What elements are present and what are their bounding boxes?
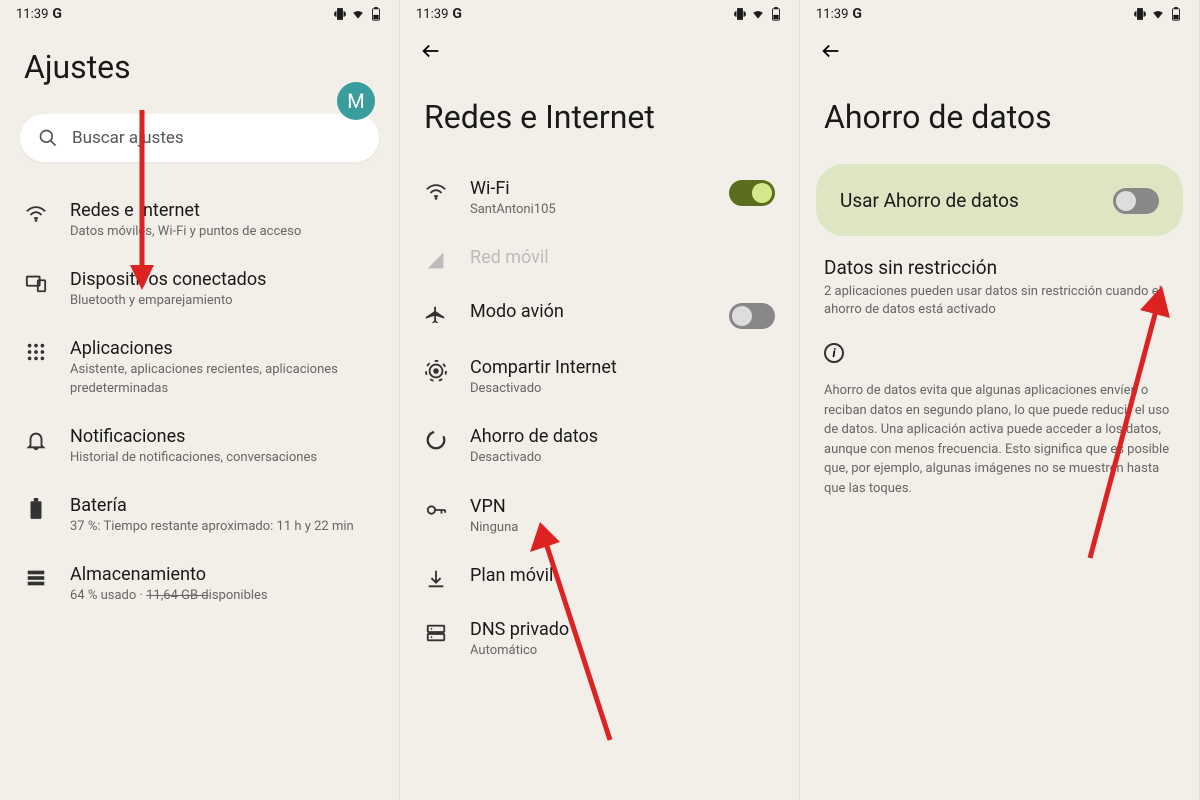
datasaver-main-toggle-row[interactable]: Usar Ahorro de datos [816, 164, 1183, 236]
screen-settings: 11:39 G M Ajustes Buscar ajustes Redes e… [0, 0, 400, 800]
item-sub: Desactivado [470, 449, 775, 467]
settings-item-notifications[interactable]: Notificaciones Historial de notificacion… [0, 412, 399, 481]
avatar[interactable]: M [337, 82, 375, 120]
battery-icon [24, 497, 48, 521]
screen-network: 11:39 G Redes e Internet Wi-Fi SantAnton… [400, 0, 800, 800]
download-icon [424, 567, 448, 591]
wifi-icon [1151, 7, 1165, 21]
battery-icon [369, 7, 383, 21]
screen-datasaver: 11:39 G Ahorro de datos Usar Ahorro de d… [800, 0, 1200, 800]
item-sub: Historial de notificaciones, conversacio… [70, 449, 375, 467]
item-title: Wi-Fi [470, 178, 707, 199]
settings-item-devices[interactable]: Dispositivos conectados Bluetooth y empa… [0, 255, 399, 324]
back-arrow-icon [420, 40, 442, 62]
network-item-wifi[interactable]: Wi-Fi SantAntoni105 [400, 164, 799, 233]
storage-icon [24, 566, 48, 590]
settings-item-battery[interactable]: Batería 37 %: Tiempo restante aproximado… [0, 481, 399, 550]
item-title: Almacenamiento [70, 564, 375, 585]
item-title: Notificaciones [70, 426, 375, 447]
vibrate-icon [333, 7, 347, 21]
network-item-plan[interactable]: Plan móvil [400, 551, 799, 605]
battery-icon [1169, 7, 1183, 21]
status-time: 11:39 [16, 7, 48, 22]
google-logo-icon: G [852, 6, 862, 22]
section-title: Datos sin restricción [800, 256, 1199, 283]
vibrate-icon [1133, 7, 1147, 21]
network-item-hotspot[interactable]: Compartir Internet Desactivado [400, 343, 799, 412]
page-title: Ahorro de datos [800, 78, 1199, 164]
search-settings-bar[interactable]: Buscar ajustes [20, 114, 379, 162]
wifi-icon [351, 7, 365, 21]
wifi-icon [751, 7, 765, 21]
status-bar: 11:39 G [800, 0, 1199, 28]
hotspot-icon [424, 359, 448, 383]
info-icon: i [824, 343, 844, 363]
section-sub: 2 aplicaciones pueden usar datos sin res… [800, 283, 1199, 337]
back-arrow-icon [820, 40, 842, 62]
item-title: Redes e Internet [70, 200, 375, 221]
page-title: Redes e Internet [400, 78, 799, 164]
item-sub: SantAntoni105 [470, 201, 707, 219]
google-logo-icon: G [452, 6, 462, 22]
wifi-toggle[interactable] [729, 180, 775, 206]
wifi-icon [424, 180, 448, 204]
wifi-icon [24, 202, 48, 226]
unrestricted-data-section[interactable]: Datos sin restricción 2 aplicaciones pue… [800, 256, 1199, 337]
item-title: Batería [70, 495, 375, 516]
item-title: Red móvil [470, 247, 775, 268]
status-bar: 11:39 G [0, 0, 399, 28]
google-logo-icon: G [52, 6, 62, 22]
network-item-datasaver[interactable]: Ahorro de datos Desactivado [400, 412, 799, 481]
vpn-key-icon [424, 498, 448, 522]
bell-icon [24, 428, 48, 452]
back-button[interactable] [400, 28, 462, 74]
item-title: Plan móvil [470, 565, 775, 586]
item-title: DNS privado [470, 619, 775, 640]
datasaver-description: Ahorro de datos evita que algunas aplica… [800, 381, 1199, 498]
status-time: 11:39 [816, 7, 848, 22]
signal-icon [424, 249, 448, 273]
toggle-label: Usar Ahorro de datos [840, 189, 1019, 212]
settings-item-network[interactable]: Redes e Internet Datos móviles, Wi-Fi y … [0, 186, 399, 255]
network-item-dns[interactable]: DNS privado Automático [400, 605, 799, 674]
item-sub: 64 % usado · 11,64 GB disponibles [70, 587, 375, 605]
network-item-vpn[interactable]: VPN Ninguna [400, 482, 799, 551]
vibrate-icon [733, 7, 747, 21]
dns-icon [424, 621, 448, 645]
item-title: Ahorro de datos [470, 426, 775, 447]
search-placeholder: Buscar ajustes [72, 128, 184, 148]
item-sub: Bluetooth y emparejamiento [70, 292, 375, 310]
item-sub: Automático [470, 642, 775, 660]
search-icon [38, 128, 58, 148]
network-item-mobile: Red móvil [400, 233, 799, 287]
battery-icon [769, 7, 783, 21]
item-title: Dispositivos conectados [70, 269, 375, 290]
info-row: i [800, 337, 1199, 381]
item-title: Aplicaciones [70, 338, 375, 359]
devices-icon [24, 271, 48, 295]
settings-item-apps[interactable]: Aplicaciones Asistente, aplicaciones rec… [0, 324, 399, 411]
item-sub: Ninguna [470, 519, 775, 537]
item-sub: 37 %: Tiempo restante aproximado: 11 h y… [70, 518, 375, 536]
item-title: VPN [470, 496, 775, 517]
airplane-toggle[interactable] [729, 303, 775, 329]
settings-item-storage[interactable]: Almacenamiento 64 % usado · 11,64 GB dis… [0, 550, 399, 619]
network-item-airplane[interactable]: Modo avión [400, 287, 799, 343]
apps-icon [24, 340, 48, 364]
use-datasaver-toggle[interactable] [1113, 188, 1159, 214]
item-sub: Asistente, aplicaciones recientes, aplic… [70, 361, 375, 397]
back-button[interactable] [800, 28, 862, 74]
item-title: Modo avión [470, 301, 707, 322]
status-time: 11:39 [416, 7, 448, 22]
airplane-icon [424, 303, 448, 327]
item-sub: Desactivado [470, 380, 775, 398]
data-saver-icon [424, 428, 448, 452]
item-sub: Datos móviles, Wi-Fi y puntos de acceso [70, 223, 375, 241]
item-title: Compartir Internet [470, 357, 775, 378]
status-bar: 11:39 G [400, 0, 799, 28]
